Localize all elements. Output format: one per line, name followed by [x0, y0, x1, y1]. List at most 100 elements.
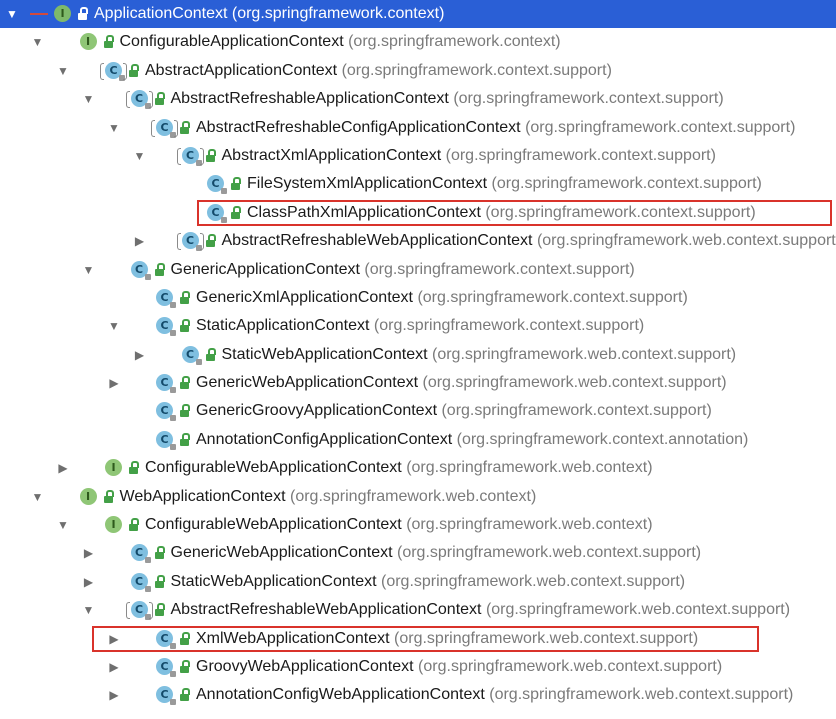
tree-item-label: GenericWebApplicationContext (org.spring…	[171, 539, 702, 567]
collapsed-right-arrow-icon[interactable]: ▶	[56, 454, 70, 482]
package-name: (org.springframework.context.support)	[491, 175, 762, 193]
class-name: AbstractRefreshableWebApplicationContext	[221, 232, 533, 250]
public-lock-icon	[180, 432, 190, 448]
tree-row[interactable]: ▶ C GenericWebApplicationContext (org.spri…	[0, 369, 836, 397]
public-lock-icon	[154, 602, 165, 618]
collapsed-right-arrow-icon[interactable]: ▶	[107, 653, 121, 681]
tree-row[interactable]: ▼ C GenericApplicationContext (org.springf…	[0, 256, 836, 284]
expand-down-arrow-icon[interactable]: ▼	[107, 114, 121, 142]
package-name: (org.springframework.web.context.support…	[381, 572, 686, 590]
expand-down-arrow-icon[interactable]: ▼	[82, 256, 96, 284]
tree-row[interactable]: ▼ C AbstractRefreshableApplicationContext …	[0, 85, 836, 113]
class-icon: C	[156, 629, 176, 649]
class-icon: C	[156, 657, 176, 677]
package-name: (org.springframework.web.context)	[406, 459, 653, 477]
class-name: AbstractRefreshableApplicationContext	[170, 90, 449, 108]
tree-row[interactable]: C GenericXmlApplicationContext (org.sprin…	[0, 284, 836, 312]
package-name: (org.springframework.context.support)	[341, 61, 612, 79]
tree-item-label: ConfigurableApplicationContext (org.spri…	[120, 28, 561, 56]
collapsed-right-arrow-icon[interactable]: ▶	[107, 369, 121, 397]
class-name: GenericWebApplicationContext	[196, 374, 419, 392]
tree-row[interactable]: ▼ C AbstractRefreshableConfigApplicationCo…	[0, 114, 836, 142]
abstract-class-icon: C	[151, 118, 178, 138]
public-lock-icon	[154, 545, 165, 561]
tree-row[interactable]: ▼ C AbstractXmlApplicationContext (org.spr…	[0, 142, 836, 170]
tree-row[interactable]: ▼ C AbstractApplicationContext (org.spring…	[0, 57, 836, 85]
package-name: (org.springframework.web.context.support…	[418, 657, 723, 675]
collapsed-right-arrow-icon[interactable]: ▶	[82, 568, 96, 596]
tree-row[interactable]: C AnnotationConfigApplicationContext (org…	[0, 426, 836, 454]
tree-row[interactable]: C ClassPathXmlApplicationContext (org.spr…	[0, 199, 836, 227]
abstract-class-icon: C	[125, 90, 153, 110]
tree-row[interactable]: ▼ I ConfigurableApplicationContext (org.sp…	[0, 28, 836, 56]
class-name: AbstractRefreshableWebApplicationContext	[170, 601, 482, 619]
tree-row[interactable]: ▶ I ConfigurableWebApplicationContext (org…	[0, 454, 836, 482]
collapsed-right-arrow-icon[interactable]: ▶	[107, 681, 121, 709]
public-lock-icon	[129, 460, 139, 476]
class-icon: C	[181, 345, 202, 365]
package-name: (org.springframework.web.context.support…	[485, 601, 791, 619]
class-name: FileSystemXmlApplicationContext	[247, 175, 488, 193]
class-name: AbstractApplicationContext	[145, 61, 338, 79]
tree-row[interactable]: ▼ C StaticApplicationContext (org.springfr…	[0, 312, 836, 340]
tree-item-label: GenericXmlApplicationContext (org.spring…	[196, 284, 688, 312]
tree-row[interactable]: ▼ I ApplicationContext (org.springframewor…	[0, 0, 836, 29]
collapsed-right-arrow-icon[interactable]: ▶	[133, 227, 147, 255]
package-name: (org.springframework.context.support)	[445, 146, 716, 164]
expand-down-arrow-icon[interactable]: ▼	[31, 28, 45, 56]
tree-row[interactable]: ▶ C AbstractRefreshableWebApplicationConte…	[0, 227, 836, 255]
collapsed-right-arrow-icon[interactable]: ▶	[107, 625, 121, 653]
public-lock-icon	[129, 63, 139, 79]
tree-row[interactable]: ▶ C XmlWebApplicationContext (org.springfr…	[0, 625, 836, 653]
package-name: (org.springframework.context.annotation)	[456, 430, 749, 448]
tree-row[interactable]: ▼ C AbstractRefreshableWebApplicationConte…	[0, 596, 836, 624]
interface-icon: I	[54, 5, 74, 23]
tree-row[interactable]: ▼ I WebApplicationContext (org.springframe…	[0, 483, 836, 511]
tree-row[interactable]: ▶ C GroovyWebApplicationContext (org.sprin…	[0, 653, 836, 681]
expand-down-arrow-icon[interactable]: ▼	[56, 57, 70, 85]
tree-row[interactable]: C GenericGroovyApplicationContext (org.sp…	[0, 397, 836, 425]
class-name: WebApplicationContext	[119, 487, 286, 505]
expand-down-arrow-icon[interactable]: ▼	[82, 596, 96, 624]
package-name: (org.springframework.web.context.support…	[422, 374, 727, 392]
expand-down-arrow-icon[interactable]: ▼	[5, 0, 19, 28]
expand-down-arrow-icon[interactable]: ▼	[107, 312, 121, 340]
collapsed-right-arrow-icon[interactable]: ▶	[82, 539, 96, 567]
class-name: ClassPathXmlApplicationContext	[247, 203, 481, 221]
interface-icon: I	[105, 516, 125, 534]
tree-row[interactable]: ▶ C StaticWebApplicationContext (org.sprin…	[0, 341, 836, 369]
public-lock-icon	[180, 120, 190, 136]
expand-down-arrow-icon[interactable]: ▼	[56, 511, 70, 539]
class-icon: C	[156, 430, 176, 450]
tree-row[interactable]: ▶ C AnnotationConfigWebApplicationContext …	[0, 681, 836, 709]
expand-down-arrow-icon[interactable]: ▼	[82, 85, 96, 113]
public-lock-icon	[154, 262, 165, 278]
tree-row[interactable]: ▶ C GenericWebApplicationContext (org.spri…	[0, 539, 836, 567]
class-name: GroovyWebApplicationContext	[196, 657, 414, 675]
tree-item-label: AnnotationConfigWebApplicationContext (o…	[196, 681, 793, 709]
expand-down-arrow-icon[interactable]: ▼	[133, 142, 147, 170]
public-lock-icon	[180, 403, 190, 419]
collapsed-right-arrow-icon[interactable]: ▶	[133, 341, 147, 369]
class-name: AbstractXmlApplicationContext	[221, 146, 442, 164]
class-icon: C	[207, 175, 227, 195]
public-lock-icon	[231, 205, 241, 221]
tree-item-label: AbstractRefreshableWebApplicationContext…	[171, 596, 791, 624]
tree-rows: ▼ I ApplicationContext (org.springframewor…	[0, 0, 836, 710]
tree-row[interactable]: ▼ I ConfigurableWebApplicationContext (org…	[0, 511, 836, 539]
package-name: (org.springframework.web.context.support…	[432, 345, 737, 363]
tree-item-label: WebApplicationContext (org.springframewo…	[120, 483, 537, 511]
abstract-class-icon: C	[176, 232, 204, 252]
class-icon: C	[130, 572, 151, 592]
class-name: AnnotationConfigWebApplicationContext	[196, 686, 485, 704]
tree-item-label: StaticWebApplicationContext (org.springf…	[171, 568, 686, 596]
public-lock-icon	[180, 631, 190, 647]
tree-row[interactable]: C FileSystemXmlApplicationContext (org.sp…	[0, 170, 836, 198]
public-lock-icon	[180, 687, 190, 703]
abstract-class-icon: C	[100, 61, 127, 81]
selection-marker-icon	[30, 13, 48, 15]
public-lock-icon	[205, 148, 216, 164]
tree-item-label: AbstractRefreshableWebApplicationContext…	[222, 227, 836, 255]
expand-down-arrow-icon[interactable]: ▼	[31, 483, 45, 511]
tree-row[interactable]: ▶ C StaticWebApplicationContext (org.sprin…	[0, 568, 836, 596]
